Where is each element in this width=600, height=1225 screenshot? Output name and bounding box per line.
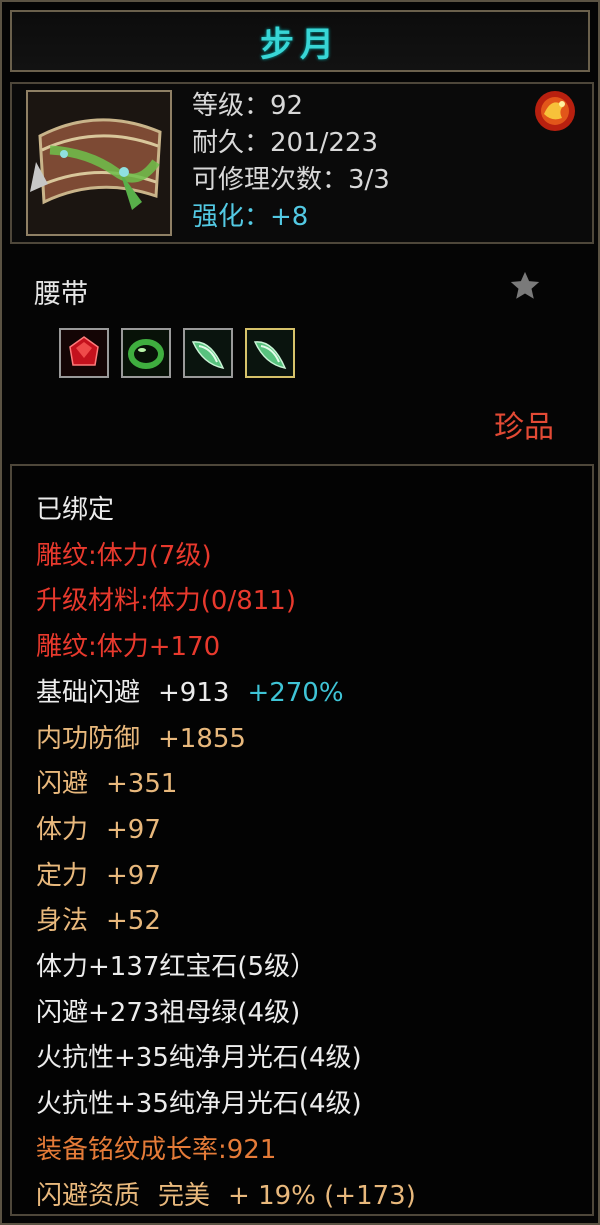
attr-label: 体力: [36, 814, 89, 845]
stamina-line: 体力 +97: [36, 808, 592, 854]
gem-bonus-line: 体力+137红宝石(5级）: [36, 952, 317, 983]
emerald-ring-icon[interactable]: [121, 328, 171, 378]
gem-bonus-line: 闪避+273祖母绿(4级): [36, 997, 301, 1028]
enhance-stat: 强化：+8: [192, 202, 309, 232]
attr-label: 闪避: [36, 769, 89, 800]
moonstone-icon[interactable]: [183, 328, 233, 378]
belt-icon[interactable]: [26, 90, 172, 236]
level-stat: 等级：92: [192, 91, 304, 121]
attr-grade: 完美: [158, 1180, 211, 1211]
inner-defense-line: 内功防御 +1855: [36, 717, 592, 763]
attr-percent: +270%: [247, 677, 344, 708]
quality-label: 珍品: [494, 410, 554, 445]
focus-line: 定力 +97: [36, 854, 592, 900]
attr-value: +97: [106, 814, 161, 845]
dragon-emblem-icon: [532, 88, 578, 134]
attr-label: 基础闪避: [36, 677, 141, 708]
gem-bonus-line: 火抗性+35纯净月光石(4级): [36, 1043, 362, 1074]
attr-label: 身法: [36, 906, 89, 937]
gem-slots: [59, 328, 295, 378]
repair-count-stat: 可修理次数：3/3: [192, 165, 390, 195]
engrave-line: 雕纹:体力(7级): [36, 540, 212, 571]
base-dodge-line: 基础闪避 +913 +270%: [36, 671, 592, 717]
attr-value: +351: [106, 769, 178, 800]
bound-status: 已绑定: [36, 495, 115, 525]
attr-value: +52: [106, 906, 161, 937]
dodge-line: 闪避 +351: [36, 762, 592, 808]
title-bar: 步月: [10, 10, 590, 72]
ruby-icon[interactable]: [59, 328, 109, 378]
attr-value: +913: [158, 677, 230, 708]
attr-label: 内功防御: [36, 723, 141, 754]
growth-rate-line: 装备铭纹成长率:921: [36, 1134, 277, 1165]
star-icon[interactable]: [508, 269, 542, 303]
engrave-bonus-line: 雕纹:体力+170: [36, 632, 221, 663]
item-name: 步月: [260, 24, 340, 65]
agility-line: 身法 +52: [36, 899, 592, 945]
quality-aptitude-line: 闪避资质 完美 + 19% (+173): [36, 1174, 592, 1220]
item-header: 等级：92 耐久：201/223 可修理次数：3/3 强化：+8: [10, 82, 594, 244]
item-type: 腰带: [34, 279, 88, 310]
item-tooltip: 步月 等级：92 耐久：201/223 可修理次数：3/3 强化：+8 腰带 珍…: [0, 0, 600, 1225]
attr-label: 闪避资质: [36, 1180, 141, 1211]
attr-value: +97: [106, 860, 161, 891]
gem-bonus-line: 火抗性+35纯净月光石(4级): [36, 1089, 362, 1120]
attr-value: + 19% (+173): [228, 1180, 416, 1211]
upgrade-material-line: 升级材料:体力(0/811): [36, 586, 296, 617]
durability-stat: 耐久：201/223: [192, 128, 379, 158]
attribute-panel: 已绑定 雕纹:体力(7级) 升级材料:体力(0/811) 雕纹:体力+170 基…: [10, 464, 594, 1216]
moonstone-icon[interactable]: [245, 328, 295, 378]
attr-value: +1855: [158, 723, 246, 754]
attr-label: 定力: [36, 860, 89, 891]
